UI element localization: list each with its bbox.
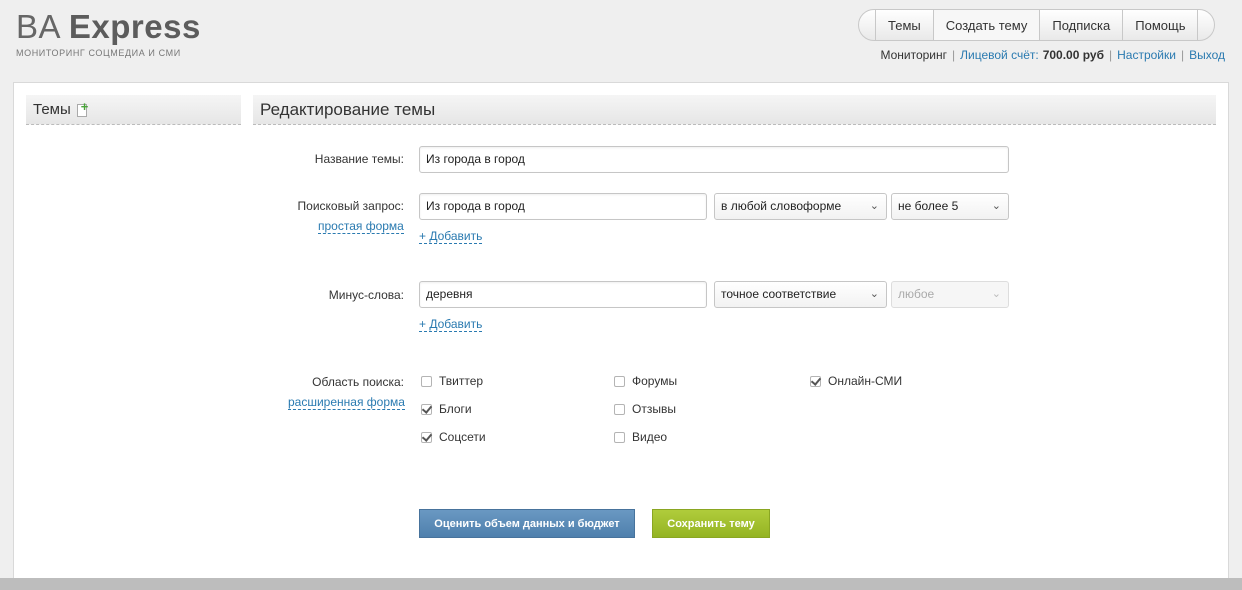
save-topic-button[interactable]: Сохранить тему [652,509,770,538]
account-balance: 700.00 руб [1042,48,1104,62]
logo-tagline: МОНИТОРИНГ СОЦМЕДИА И СМИ [16,48,181,58]
settings-link[interactable]: Настройки [1117,48,1176,62]
checkbox-box[interactable] [614,403,625,415]
distance-value: не более 5 [898,199,959,213]
checkbox-blogs[interactable]: Блоги [421,402,472,416]
checkbox-online-media[interactable]: Онлайн-СМИ [810,374,902,388]
topic-name-label: Название темы: [314,152,404,166]
simple-form-link[interactable]: простая форма [318,219,404,234]
query-label: Поисковый запрос: [297,199,404,213]
wordform-select[interactable]: в любой словоформе ⌄ [714,193,887,220]
match-value: точное соответствие [721,287,837,301]
checkbox-reviews[interactable]: Отзывы [614,402,676,416]
checkbox-box[interactable] [810,375,821,387]
minus-words-input[interactable]: деревня [419,281,707,308]
tab-create-topic[interactable]: Создать тему [933,10,1041,40]
bottom-strip [0,578,1242,590]
wordform-value: в любой словоформе [721,199,842,213]
checkbox-twitter[interactable]: Твиттер [421,374,483,388]
query-input[interactable]: Из города в город [419,193,707,220]
minus-distance-value: любое [898,287,935,301]
minus-words-label: Минус-слова: [328,288,404,302]
logo[interactable]: BA Express МОНИТОРИНГ СОЦМЕДИА И СМИ [16,8,201,58]
sidebar-header: Темы + [26,95,241,125]
logout-link[interactable]: Выход [1189,48,1225,62]
sidebar-title: Темы [33,101,71,118]
logo-text: BA Express [16,8,201,46]
minus-distance-select: любое ⌄ [891,281,1009,308]
monitoring-label: Мониторинг [880,48,948,62]
checkbox-social[interactable]: Соцсети [421,430,486,444]
checkbox-label: Соцсети [439,430,486,444]
chevron-down-icon: ⌄ [991,200,1001,212]
topic-name-input[interactable]: Из города в город [419,146,1009,173]
main-header: Редактирование темы [253,95,1216,125]
chevron-down-icon: ⌄ [869,288,879,300]
add-minus-word-link[interactable]: + Добавить [419,317,483,332]
checkbox-box[interactable] [614,375,625,387]
nav-right-cap [1198,10,1214,40]
checkbox-label: Отзывы [632,402,676,416]
checkbox-box[interactable] [614,431,625,443]
checkbox-box[interactable] [421,403,432,415]
logo-express: Express [68,8,201,45]
tab-topics[interactable]: Темы [876,10,934,40]
extended-form-link[interactable]: расширенная форма [288,395,405,410]
separator: | [1109,48,1113,62]
checkbox-label: Блоги [439,402,472,416]
chevron-down-icon: ⌄ [991,288,1001,300]
add-document-icon[interactable]: + [76,100,89,117]
checkbox-label: Твиттер [439,374,484,388]
checkbox-label: Онлайн-СМИ [828,374,903,388]
chevron-down-icon: ⌄ [869,200,879,212]
top-navigation: Темы Создать тему Подписка Помощь [858,9,1216,41]
account-link[interactable]: Лицевой счёт: [960,48,1039,62]
estimate-budget-button[interactable]: Оценить объем данных и бюджет [419,509,635,538]
tab-help[interactable]: Помощь [1123,10,1199,40]
checkbox-box[interactable] [421,431,432,443]
checkbox-label: Видео [632,430,668,444]
separator: | [1180,48,1185,62]
logo-ba: BA [16,8,60,45]
nav-left-cap [859,10,876,40]
checkbox-box[interactable] [421,375,432,387]
distance-select[interactable]: не более 5 ⌄ [891,193,1009,220]
tab-subscription[interactable]: Подписка [1040,10,1124,40]
checkbox-forums[interactable]: Форумы [614,374,677,388]
match-select[interactable]: точное соответствие ⌄ [714,281,887,308]
user-bar: Мониторинг | Лицевой счёт: 700.00 руб | … [880,48,1225,62]
page-title: Редактирование темы [260,99,436,119]
search-scope-label: Область поиска: [312,375,404,389]
checkbox-video[interactable]: Видео [614,430,667,444]
add-query-link[interactable]: + Добавить [419,229,483,244]
separator: | [952,48,956,62]
checkbox-label: Форумы [632,374,678,388]
